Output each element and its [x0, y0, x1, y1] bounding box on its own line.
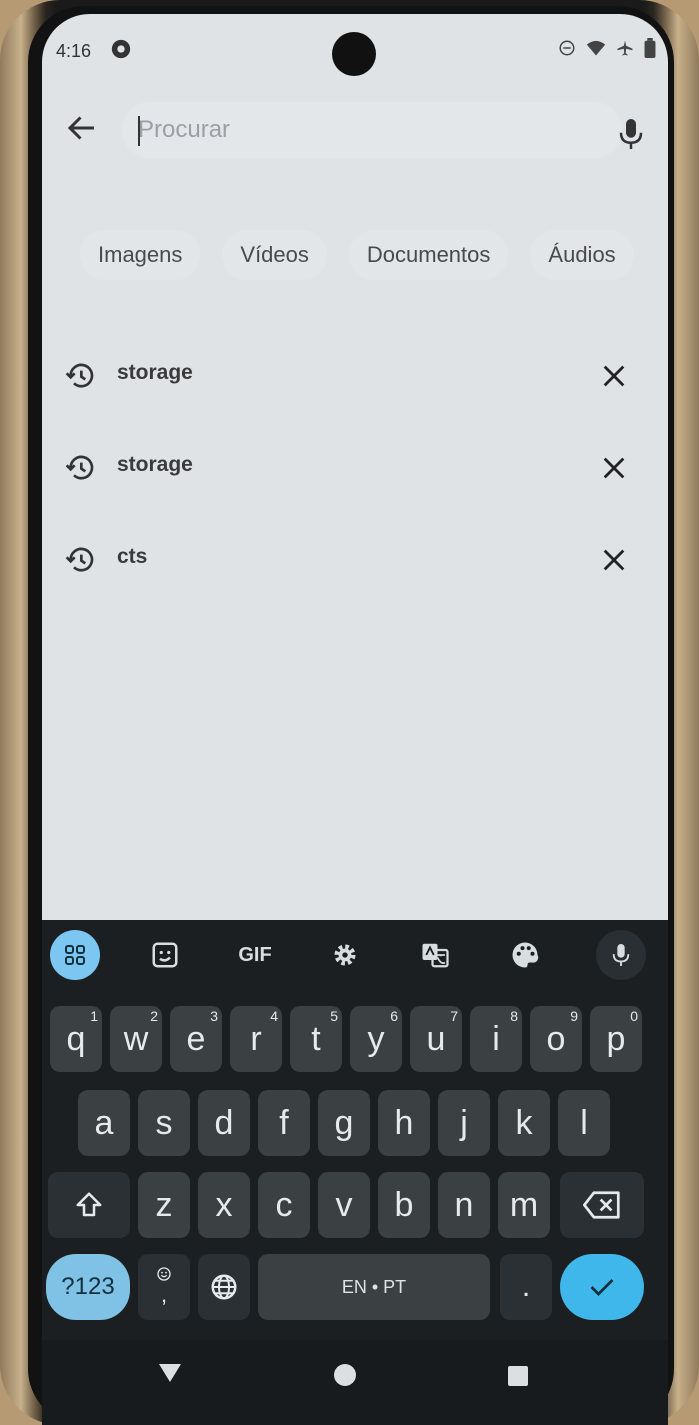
history-item[interactable]: storage [42, 436, 668, 528]
search-bar [42, 92, 668, 176]
history-icon [65, 455, 94, 480]
key-u[interactable]: u7 [410, 1006, 462, 1072]
front-camera [332, 32, 376, 76]
nav-back-icon[interactable] [158, 1362, 182, 1384]
search-input[interactable] [138, 112, 578, 148]
text-cursor [138, 116, 140, 146]
emoji-comma-key[interactable]: , [138, 1254, 190, 1320]
checkmark-icon [590, 1279, 614, 1296]
search-field[interactable] [122, 102, 622, 158]
filter-chips: Imagens Vídeos Documentos Áudios [80, 230, 634, 280]
space-bar[interactable]: EN • PT [258, 1254, 490, 1320]
status-bar: 4:16 [42, 14, 668, 86]
nav-home-icon[interactable] [334, 1364, 356, 1386]
key-x[interactable]: x [198, 1172, 250, 1238]
gif-button[interactable]: GIF [230, 930, 280, 980]
key-c[interactable]: c [258, 1172, 310, 1238]
key-e[interactable]: e3 [170, 1006, 222, 1072]
language-globe-key[interactable] [198, 1254, 250, 1320]
history-icon [65, 547, 94, 572]
emoji-icon [157, 1267, 171, 1281]
remove-history-close-icon[interactable] [600, 546, 628, 574]
key-w[interactable]: w2 [110, 1006, 162, 1072]
status-time: 4:16 [56, 41, 92, 61]
key-v[interactable]: v [318, 1172, 370, 1238]
key-r[interactable]: r4 [230, 1006, 282, 1072]
key-q[interactable]: q1 [50, 1006, 102, 1072]
key-o[interactable]: o9 [530, 1006, 582, 1072]
shift-arrow-icon [76, 1192, 102, 1217]
key-j[interactable]: j [438, 1090, 490, 1156]
key-g[interactable]: g [318, 1090, 370, 1156]
chip-documents[interactable]: Documentos [348, 230, 509, 280]
backspace-key[interactable] [560, 1172, 644, 1238]
key-n[interactable]: n [438, 1172, 490, 1238]
period-key[interactable]: . [500, 1254, 552, 1320]
status-icons [558, 38, 656, 58]
key-p[interactable]: p0 [590, 1006, 642, 1072]
key-l[interactable]: l [558, 1090, 610, 1156]
key-z[interactable]: z [138, 1172, 190, 1238]
symbols-key[interactable]: ?123 [46, 1254, 130, 1320]
key-s[interactable]: s [138, 1090, 190, 1156]
airplane-mode-icon [617, 40, 633, 56]
history-item[interactable]: cts [42, 528, 668, 620]
key-i[interactable]: i8 [470, 1006, 522, 1072]
history-item[interactable]: storage [42, 344, 668, 436]
on-screen-keyboard: GIF q1 w2 e3 r4 t5 y6 u7 i8 o9 p0 a s d [42, 920, 668, 1425]
key-d[interactable]: d [198, 1090, 250, 1156]
do-not-disturb-icon [559, 40, 575, 56]
key-t[interactable]: t5 [290, 1006, 342, 1072]
apps-grid-icon[interactable] [50, 930, 100, 980]
key-y[interactable]: y6 [350, 1006, 402, 1072]
key-a[interactable]: a [78, 1090, 130, 1156]
history-text: cts [117, 545, 148, 568]
back-arrow-icon[interactable] [64, 110, 100, 146]
remove-history-close-icon[interactable] [600, 454, 628, 482]
translate-icon[interactable] [410, 930, 460, 980]
voice-search-mic-icon[interactable] [616, 116, 646, 152]
theme-palette-icon[interactable] [500, 930, 550, 980]
wifi-icon [586, 40, 606, 56]
backspace-icon [583, 1191, 620, 1219]
settings-gear-icon[interactable] [320, 930, 370, 980]
nav-recents-icon[interactable] [508, 1366, 528, 1386]
enter-key[interactable] [560, 1254, 644, 1320]
globe-icon [211, 1274, 237, 1300]
sticker-icon[interactable] [140, 930, 190, 980]
history-icon [65, 363, 94, 388]
key-m[interactable]: m [498, 1172, 550, 1238]
chip-videos[interactable]: Vídeos [222, 230, 327, 280]
chip-audios[interactable]: Áudios [530, 230, 634, 280]
battery-icon [644, 38, 656, 58]
key-b[interactable]: b [378, 1172, 430, 1238]
remove-history-close-icon[interactable] [600, 362, 628, 390]
history-text: storage [117, 453, 193, 476]
app-notification-icon [111, 39, 131, 59]
chip-images[interactable]: Imagens [80, 230, 201, 280]
keyboard-toolbar: GIF [42, 920, 668, 990]
key-k[interactable]: k [498, 1090, 550, 1156]
shift-key[interactable] [48, 1172, 130, 1238]
keyboard-mic-icon[interactable] [596, 930, 646, 980]
key-h[interactable]: h [378, 1090, 430, 1156]
search-history-list: storage storage cts [42, 344, 668, 620]
screen: 4:16 Imagens Vídeos Documentos Áudios [42, 14, 668, 1425]
key-f[interactable]: f [258, 1090, 310, 1156]
system-navigation-bar [42, 1340, 668, 1425]
history-text: storage [117, 361, 193, 384]
